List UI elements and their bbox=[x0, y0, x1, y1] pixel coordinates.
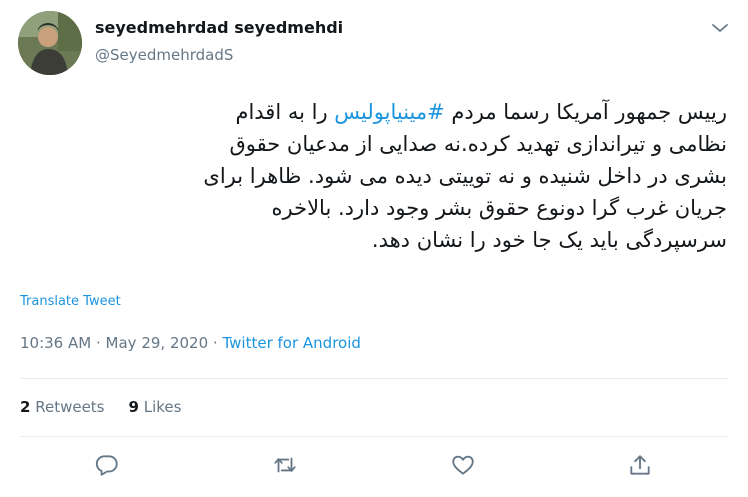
tweet-line-3: بشری در داخل شنیده و نه توییتی دیده می ش… bbox=[203, 164, 727, 188]
tweet-source[interactable]: Twitter for Android bbox=[222, 334, 360, 352]
author-handle[interactable]: @SeyedmehrdadS bbox=[95, 46, 233, 64]
tweet-stats: 2 Retweets 9 Likes bbox=[20, 398, 181, 416]
tweet-line-2: نظامی و تیراندازی تهدید کرده.نه صدایی از… bbox=[229, 132, 728, 156]
likes-count: 9 bbox=[128, 398, 139, 416]
retweet-icon[interactable] bbox=[272, 452, 298, 478]
share-icon[interactable] bbox=[627, 452, 653, 478]
divider-top bbox=[20, 378, 728, 379]
likes-label: Likes bbox=[143, 398, 182, 416]
retweets-stat[interactable]: 2 Retweets bbox=[20, 398, 105, 416]
divider-bottom bbox=[20, 436, 728, 437]
profile-photo-icon bbox=[18, 11, 82, 75]
tweet-line-4: جریان غرب گرا دونوع حقوق بشر وجود دارد. … bbox=[271, 196, 728, 220]
tweet-line-5: سرسپردگی باید یک جا خود را نشان دهد. bbox=[371, 228, 727, 252]
meta-separator: · bbox=[95, 334, 101, 352]
like-icon[interactable] bbox=[450, 452, 476, 478]
likes-stat[interactable]: 9 Likes bbox=[129, 398, 182, 416]
retweets-label: Retweets bbox=[35, 398, 105, 416]
tweet-line-1-start: رییس جمهور آمریکا رسما مردم bbox=[444, 100, 727, 124]
tweet-text: رییس جمهور آمریکا رسما مردم #مینیاپولیس … bbox=[20, 96, 727, 256]
retweets-count: 2 bbox=[20, 398, 31, 416]
action-bar bbox=[0, 452, 748, 482]
tweet-time[interactable]: 10:36 AM bbox=[20, 334, 91, 352]
avatar[interactable] bbox=[18, 11, 82, 75]
reply-icon[interactable] bbox=[94, 452, 120, 478]
hashtag-link[interactable]: #مینیاپولیس bbox=[334, 100, 444, 124]
tweet-line-1: رییس جمهور آمریکا رسما مردم #مینیاپولیس … bbox=[20, 96, 727, 128]
chevron-down-icon[interactable] bbox=[708, 16, 732, 40]
translate-tweet-link[interactable]: Translate Tweet bbox=[20, 294, 121, 309]
author-display-name[interactable]: seyedmehrdad seyedmehdi bbox=[95, 18, 343, 37]
tweet-date[interactable]: May 29, 2020 bbox=[106, 334, 209, 352]
tweet-meta: 10:36 AM · May 29, 2020 · Twitter for An… bbox=[20, 334, 361, 352]
meta-separator-2: · bbox=[212, 334, 218, 352]
tweet-line-1-end: را به اقدام bbox=[235, 100, 335, 124]
